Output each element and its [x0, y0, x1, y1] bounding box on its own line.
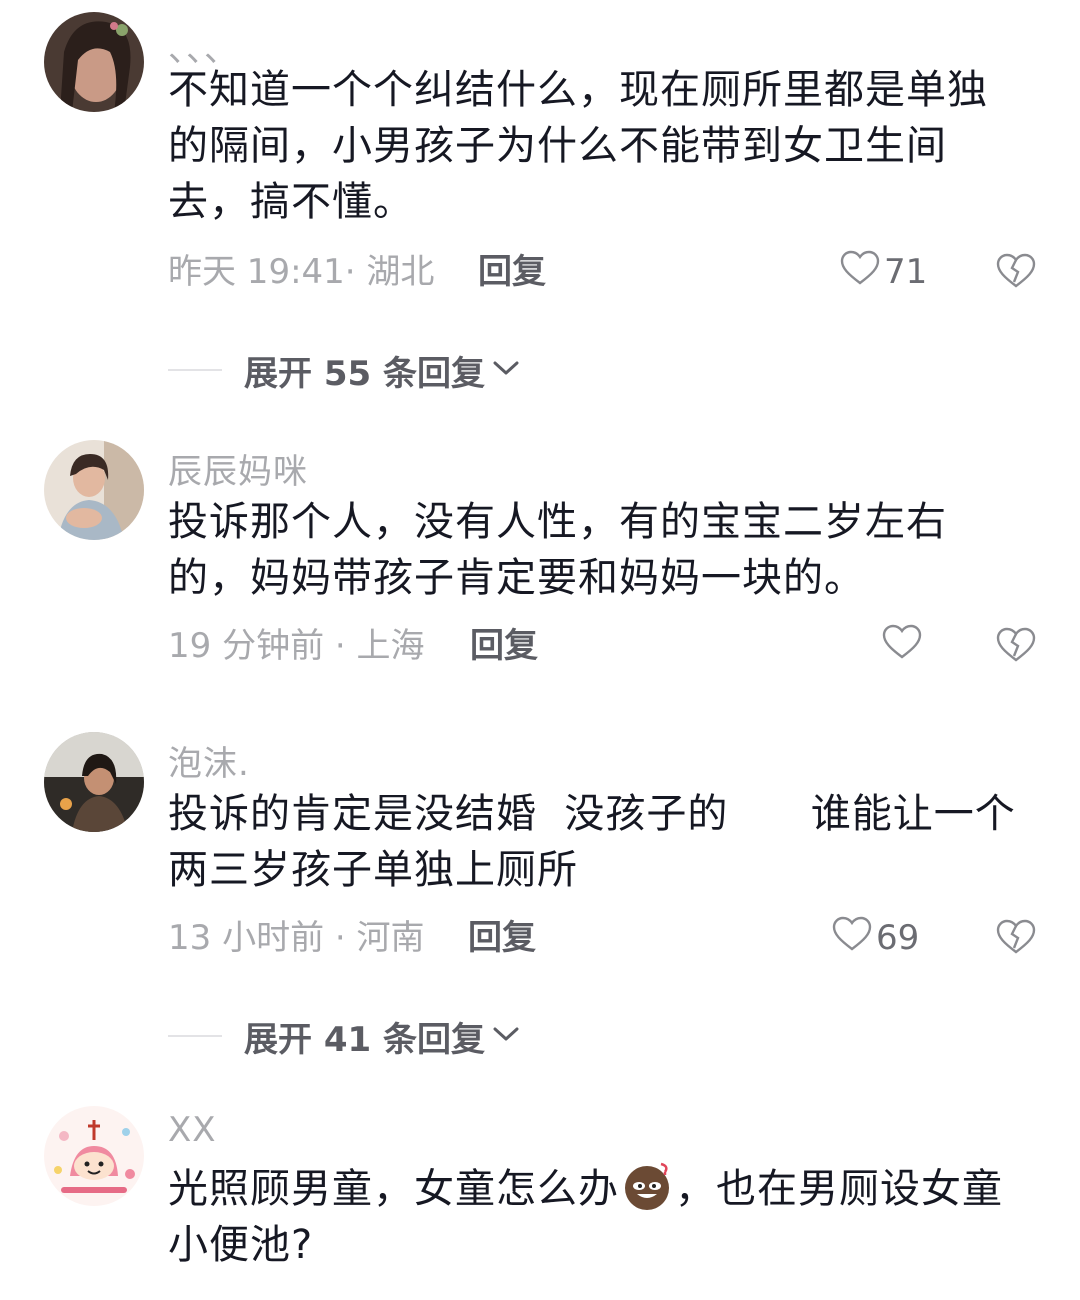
reply-button[interactable]: 回复	[470, 626, 538, 666]
divider	[168, 369, 222, 371]
dislike-button[interactable]	[996, 252, 1036, 290]
comment-text-line: 小便池?	[168, 1222, 314, 1268]
expand-replies-label: 展开 41 条回复	[244, 1019, 485, 1060]
comment-text: 投诉的肯定是没结婚 没孩子的 谁能让一个 两三岁孩子单独上厕所	[168, 786, 1038, 898]
comment-text-segment: 光照顾男童，女童怎么办	[168, 1166, 619, 1212]
dislike-button[interactable]	[996, 626, 1036, 664]
comment-username[interactable]: 泡沫.	[168, 736, 250, 785]
avatar[interactable]	[44, 440, 144, 540]
comment-meta: 昨天 19:41· 湖北	[168, 252, 435, 292]
comment-username[interactable]: XX	[168, 1110, 217, 1150]
chevron-down-icon	[485, 1024, 521, 1048]
comment-meta: 19 分钟前 · 上海	[168, 626, 425, 666]
comment-text-line: 光照顾男童，女童怎么办 ，也在男厕设女童	[168, 1160, 1038, 1217]
heart-outline-icon	[840, 250, 880, 295]
comment-text-line: 去，搞不懂。	[168, 179, 414, 225]
reply-button[interactable]: 回复	[468, 918, 536, 958]
broken-heart-icon	[996, 627, 1036, 668]
comment-meta: 13 小时前 · 河南	[168, 918, 425, 958]
heart-outline-icon	[832, 916, 872, 961]
avatar[interactable]	[44, 732, 144, 832]
like-button[interactable]: 69	[832, 916, 920, 961]
expand-replies-button[interactable]: 展开 41 条回复	[168, 1016, 521, 1060]
comment-text-line: 不知道一个个纠结什么，现在厕所里都是单独	[168, 67, 988, 113]
expand-replies-button[interactable]: 展开 55 条回复	[168, 350, 521, 394]
comment-text: 投诉那个人，没有人性，有的宝宝二岁左右 的，妈妈带孩子肯定要和妈妈一块的。	[168, 494, 1038, 606]
like-button[interactable]	[882, 624, 922, 669]
dislike-button[interactable]	[996, 918, 1036, 956]
broken-heart-icon	[996, 919, 1036, 960]
comment-text-line: 的隔间，小男孩子为什么不能带到女卫生间	[168, 123, 947, 169]
broken-heart-icon	[996, 253, 1036, 294]
reply-button[interactable]: 回复	[478, 252, 546, 292]
avatar[interactable]	[44, 12, 144, 112]
heart-outline-icon	[882, 624, 922, 669]
comment-text-line: 的，妈妈带孩子肯定要和妈妈一块的。	[168, 555, 865, 601]
expand-replies-label: 展开 55 条回复	[244, 353, 485, 394]
comment-text-segment: ，也在男厕设女童	[675, 1166, 1003, 1212]
laughing-face-emoji-icon	[621, 1160, 673, 1212]
comment-text: 光照顾男童，女童怎么办 ，也在男厕设女童 小便池?	[168, 1160, 1038, 1273]
comment-text: 不知道一个个纠结什么，现在厕所里都是单独 的隔间，小男孩子为什么不能带到女卫生间…	[168, 62, 1038, 230]
like-count: 69	[876, 918, 920, 958]
comment-text-line: 投诉那个人，没有人性，有的宝宝二岁左右	[168, 499, 947, 545]
like-count: 71	[884, 252, 928, 292]
comment-text-line: 两三岁孩子单独上厕所	[168, 847, 578, 893]
comment-username[interactable]: 辰辰妈咪	[168, 444, 308, 493]
chevron-down-icon	[485, 358, 521, 382]
divider	[168, 1035, 222, 1037]
comment-text-line: 投诉的肯定是没结婚 没孩子的 谁能让一个	[168, 791, 1016, 837]
like-button[interactable]: 71	[840, 250, 928, 295]
avatar[interactable]	[44, 1106, 144, 1206]
